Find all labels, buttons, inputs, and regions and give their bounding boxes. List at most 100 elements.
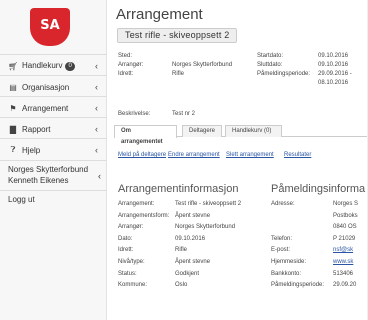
- summary-key: Arrangør:: [118, 62, 144, 68]
- signup-value: Norges S: [333, 201, 359, 207]
- info-value: Oslo: [175, 282, 188, 289]
- summary-row: Sluttdato: 09.10.2016: [257, 61, 368, 70]
- summary-row: Sted:: [118, 52, 248, 61]
- main-content: Arrangement Test rifle - skiveoppsett 2 …: [108, 0, 368, 320]
- info-key: Arrangør:: [118, 224, 144, 231]
- info-row: Arrangør: Norges Skytterforbund: [118, 222, 264, 234]
- signup-row: Hjemmeside: www.sk: [271, 257, 368, 269]
- info-row: Idrett: Rifle: [118, 245, 264, 257]
- summary-value: 29.09.2016 -: [318, 71, 352, 77]
- website-link[interactable]: www.sk: [333, 257, 353, 269]
- info-key: Nivå/type:: [118, 258, 145, 265]
- summary-key: Idrett:: [118, 71, 134, 77]
- signup-row: E-post: nsf@sk: [271, 245, 368, 257]
- description: Beskrivelse: Test nr 2: [118, 110, 248, 119]
- signup-key: Hjemmeside:: [271, 258, 307, 265]
- info-row: Arrangementsform: Åpent stevne: [118, 211, 264, 223]
- sidebar-divider: [0, 117, 107, 118]
- info-row: Arrangement: Test rifle - skiveoppsett 2: [118, 199, 264, 211]
- signup-value: 0840 OS: [333, 224, 357, 231]
- chevron-left-icon: ‹: [98, 171, 101, 181]
- signup-key: E-post:: [271, 247, 291, 254]
- chevron-left-icon: ‹: [95, 82, 98, 92]
- chevron-left-icon: ‹: [95, 103, 98, 113]
- description-key: Beskrivelse:: [118, 111, 151, 117]
- endre-arrangement-link[interactable]: Endre arrangement: [168, 152, 220, 158]
- resultater-link[interactable]: Resultater: [284, 152, 311, 158]
- sidebar-item-label: Hjelp: [22, 145, 41, 155]
- info-row: Nivå/type: Åpent stevne: [118, 257, 264, 269]
- tab-handlekurv[interactable]: Handlekurv (0): [225, 125, 282, 137]
- info-key: Idrett:: [118, 247, 134, 254]
- user-menu[interactable]: Norges Skytterforbund Kenneth Eikenes ‹: [0, 164, 107, 190]
- building-icon: ▤: [9, 82, 17, 92]
- sidebar-item-label: Organisasjon: [22, 82, 70, 92]
- info-key: Dato:: [118, 235, 133, 242]
- cart-icon: 🛒︎: [8, 61, 19, 71]
- user-name: Kenneth Eikenes: [8, 176, 69, 185]
- tab-deltagere[interactable]: Deltagere: [182, 125, 222, 137]
- signup-value: Postboks: [333, 212, 358, 219]
- logout-link[interactable]: Logg ut: [8, 195, 35, 204]
- summary-value: 09.10.2016: [318, 62, 349, 68]
- signup-value: 29.09.20: [333, 282, 357, 289]
- sidebar-item-arrangement[interactable]: ⚑ Arrangement ‹: [0, 99, 107, 117]
- summary-key: Sluttdato:: [257, 62, 283, 68]
- tab-om-arrangementet[interactable]: Om arrangementet: [114, 125, 177, 145]
- sidebar-divider: [0, 75, 107, 76]
- sidebar-divider: [0, 190, 107, 191]
- signup-row: Bankkonto: 513406: [271, 269, 368, 281]
- sidebar-item-label: Handlekurv: [22, 61, 63, 71]
- meld-pa-deltagere-link[interactable]: Meld på deltagere: [118, 152, 166, 158]
- slett-arrangement-link[interactable]: Slett arrangement: [226, 152, 274, 158]
- signup-key: Telefon:: [271, 235, 293, 242]
- sidebar-divider: [0, 138, 107, 139]
- chevron-left-icon: ‹: [95, 61, 98, 71]
- summary-right: Startdato: 09.10.2016 Sluttdato: 09.10.201…: [257, 52, 368, 88]
- summary-row: Startdato: 09.10.2016: [257, 52, 368, 61]
- info-value: Åpent stevne: [175, 212, 211, 219]
- summary-value: Norges Skytterforbund: [172, 62, 233, 68]
- summary-key: Startdato:: [257, 53, 284, 59]
- summary-value: Rifle: [172, 71, 185, 77]
- signup-key: Bankkonto:: [271, 270, 302, 277]
- info-row: Kommune: Oslo: [118, 280, 264, 292]
- summary-key: Påmeldingsperiode:: [257, 71, 311, 77]
- signup-row: Adresse: Norges S: [271, 199, 368, 211]
- signup-row: 0840 OS: [271, 222, 368, 234]
- info-row: Dato: 09.10.2016: [118, 234, 264, 246]
- signup-key: Påmeldingsperiode:: [271, 282, 325, 289]
- cart-count-badge: 0: [65, 61, 75, 71]
- info-key: Kommune:: [118, 282, 148, 289]
- signup-section-title: Påmeldingsinforma: [271, 183, 366, 195]
- summary-row: Arrangør: Norges Skytterforbund: [118, 61, 248, 70]
- sidebar-item-handlekurv[interactable]: 🛒︎ Handlekurv 0 ‹: [0, 57, 107, 75]
- sidebar-divider: [0, 96, 107, 97]
- summary-left: Sted: Arrangør: Norges Skytterforbund Idr…: [118, 52, 248, 79]
- signup-key: [271, 222, 333, 234]
- signup-table: Adresse: Norges S Postboks 0840 OS Telefo…: [271, 199, 368, 292]
- signup-row: Telefon: P 21029: [271, 234, 368, 246]
- signup-value: P 21029: [333, 235, 356, 242]
- description-value: Test nr 2: [172, 111, 196, 117]
- sidebar-item-organisasjon[interactable]: ▤ Organisasjon ‹: [0, 78, 107, 96]
- sidebar-item-hjelp[interactable]: ❓︎ Hjelp ‹: [0, 141, 107, 159]
- summary-key: Sted:: [118, 53, 133, 59]
- sidebar-item-label: Rapport: [22, 124, 51, 134]
- info-value: Godkjent: [175, 270, 200, 277]
- summary-key: [257, 79, 318, 88]
- flag-icon: ⚑: [9, 103, 17, 113]
- user-org: Norges Skytterforbund: [8, 165, 89, 174]
- summary-row: Idrett: Rifle: [118, 70, 248, 79]
- info-section-title: Arrangementinformasjon: [118, 183, 239, 195]
- info-value: Test rifle - skiveoppsett 2: [175, 201, 242, 207]
- chevron-left-icon: ‹: [95, 145, 98, 155]
- info-table: Arrangement: Test rifle - skiveoppsett 2 …: [118, 199, 264, 292]
- sa-logo[interactable]: SA: [30, 8, 70, 46]
- event-title: Test rifle - skiveoppsett 2: [117, 28, 238, 43]
- email-link[interactable]: nsf@sk: [333, 245, 353, 257]
- info-value: Åpent stevne: [175, 258, 211, 265]
- chart-icon: ▇: [9, 124, 17, 134]
- sidebar-item-rapport[interactable]: ▇ Rapport ‹: [0, 120, 107, 138]
- sidebar-item-label: Arrangement: [22, 103, 69, 113]
